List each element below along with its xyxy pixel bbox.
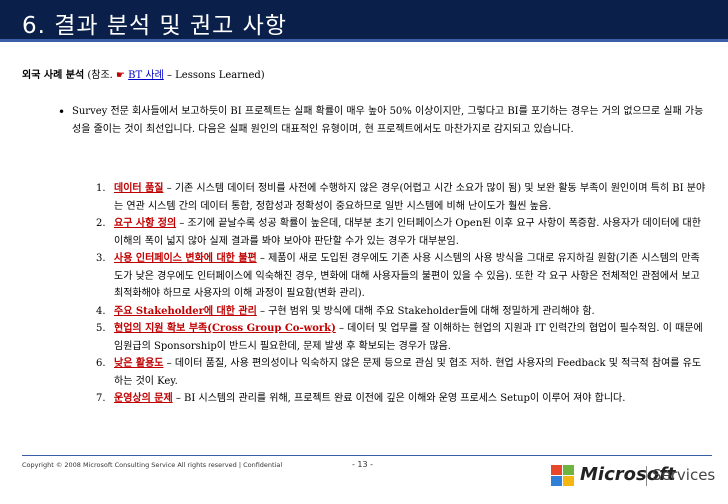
item-text: – 조기에 끝날수록 성공 확률이 높은데, 대부분 초기 인터페이스가 Ope… (114, 218, 701, 247)
list-item: 5. 현업의 지원 확보 부족(Cross Group Co-work) – 데이… (96, 320, 708, 355)
item-number: 3. (96, 253, 106, 264)
item-text: – 데이터 품질, 사용 편의성이나 익숙하지 않은 문제 등으로 관심 및 협… (114, 358, 702, 387)
item-number: 4. (96, 305, 106, 317)
intro-paragraph: Survey 전문 회사들에서 보고하듯이 BI 프로젝트는 실패 확률이 매우… (72, 106, 704, 135)
item-number: 5. (96, 323, 106, 334)
page-title: 6. 결과 분석 및 권고 사항 (22, 13, 287, 39)
item-number: 2. (96, 218, 106, 229)
page-number: - 13 - (352, 460, 374, 469)
item-text: – 구현 범위 및 방식에 대해 주요 Stakeholder들에 대해 정밀하… (256, 305, 595, 317)
copyright-notice: Copyright © 2008 Microsoft Consulting Se… (22, 461, 283, 469)
item-text: – 기존 시스템 데이터 정비를 사전에 수행하지 않은 경우(어렵고 시간 소… (114, 183, 706, 212)
windows-flag-icon (551, 465, 574, 486)
item-text: – BI 시스템의 관리를 위해, 프로젝트 완료 이전에 깊은 이해와 운영 … (172, 393, 626, 404)
pointer-icon: ☛ (112, 70, 129, 81)
title-bar: 6. 결과 분석 및 권고 사항 (0, 0, 728, 42)
subhead-label: 외국 사례 분석 (22, 70, 85, 81)
list-item: 1. 데이터 품질 – 기존 시스템 데이터 정비를 사전에 수행하지 않은 경우… (96, 180, 708, 215)
item-label: 주요 Stakeholder에 대한 관리 (114, 305, 257, 317)
section-subheading: 외국 사례 분석 (참조. ☛ BT 사례 – Lessons Learned) (22, 66, 265, 81)
item-label: 운영상의 문제 (114, 393, 173, 404)
item-number: 1. (96, 183, 106, 194)
title-accent-line (0, 39, 728, 42)
item-number: 6. (96, 358, 106, 369)
logo-separator (646, 466, 647, 486)
item-label: 낮은 활용도 (114, 358, 164, 369)
list-item: 6. 낮은 활용도 – 데이터 품질, 사용 편의성이나 익숙하지 않은 문제 등… (96, 355, 708, 390)
list-item: 3. 사용 인터페이스 변화에 대한 불편 – 제품이 새로 도입된 경우에도 기… (96, 250, 708, 303)
item-label: 현업의 지원 확보 부족(Cross Group Co-work) (114, 323, 336, 334)
bullet-icon: • (58, 105, 66, 119)
item-label: 데이터 품질 (114, 183, 164, 194)
list-item: 7. 운영상의 문제 – BI 시스템의 관리를 위해, 프로젝트 완료 이전에 … (96, 390, 708, 408)
item-label: 사용 인터페이스 변화에 대한 불편 (114, 253, 257, 264)
microsoft-services-logo: Microsoft Services (548, 462, 720, 490)
item-number: 7. (96, 393, 106, 404)
logo-division: Services (652, 466, 716, 484)
subhead-open: (참조. (84, 70, 113, 81)
list-item: 2. 요구 사항 정의 – 조기에 끝날수록 성공 확률이 높은데, 대부분 초기… (96, 215, 708, 250)
list-item: 4. 주요 Stakeholder에 대한 관리 – 구현 범위 및 방식에 대해… (96, 303, 708, 321)
failure-type-list: 1. 데이터 품질 – 기존 시스템 데이터 정비를 사전에 수행하지 않은 경우… (96, 180, 708, 408)
bt-case-link[interactable]: BT 사례 (128, 70, 164, 81)
subhead-rest: – Lessons Learned) (163, 70, 265, 81)
item-label: 요구 사항 정의 (114, 218, 177, 229)
footer-divider (22, 455, 712, 456)
